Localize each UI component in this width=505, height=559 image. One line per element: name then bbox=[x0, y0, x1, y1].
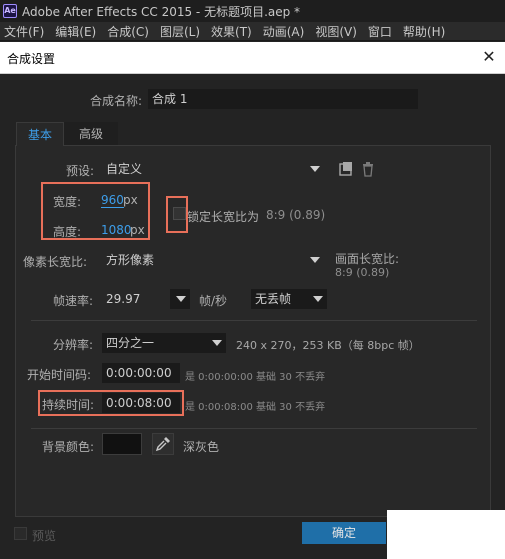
chevron-down-icon bbox=[176, 296, 186, 302]
menu-effect[interactable]: 效果(T) bbox=[211, 23, 252, 40]
background-color-label: 背景颜色: bbox=[42, 440, 95, 454]
start-timecode-label: 开始时间码: bbox=[27, 368, 92, 382]
ok-button[interactable]: 确定 bbox=[302, 522, 386, 544]
background-color-name: 深灰色 bbox=[183, 440, 220, 454]
menu-help[interactable]: 帮助(H) bbox=[403, 23, 445, 40]
eyedropper-icon bbox=[155, 437, 170, 452]
start-timecode-input[interactable]: 0:00:00:00 bbox=[102, 363, 180, 383]
frame-rate-label: 帧速率: bbox=[53, 294, 94, 308]
width-height-highlight bbox=[41, 182, 150, 240]
preset-dropdown[interactable]: 自定义 bbox=[102, 159, 324, 179]
composition-settings-dialog: 合成名称: 合成 1 基本 高级 预设: 自定义 宽度: 960 px 高度: … bbox=[0, 75, 505, 559]
dialog-edge bbox=[387, 510, 505, 559]
preset-label: 预设: bbox=[66, 164, 95, 178]
delete-preset-icon[interactable] bbox=[360, 161, 376, 177]
frame-drop-value: 无丢帧 bbox=[255, 292, 292, 306]
frame-aspect-value: 8:9 (0.89) bbox=[335, 266, 390, 279]
divider bbox=[31, 320, 477, 321]
eyedropper-button[interactable] bbox=[152, 433, 174, 455]
frame-rate-input[interactable]: 29.97 bbox=[102, 289, 162, 309]
chevron-down-icon bbox=[313, 296, 323, 302]
tab-basic[interactable]: 基本 bbox=[16, 122, 64, 146]
comp-name-input[interactable]: 合成 1 bbox=[148, 89, 418, 109]
lock-aspect-ratio: 8:9 (0.89) bbox=[266, 208, 326, 222]
menu-file[interactable]: 文件(F) bbox=[4, 23, 44, 40]
chevron-down-icon bbox=[310, 166, 320, 172]
frame-rate-dropdown[interactable] bbox=[170, 289, 190, 309]
dialog-title: 合成设置 bbox=[7, 52, 56, 66]
preview-checkbox[interactable] bbox=[14, 527, 27, 540]
preview-label: 预览 bbox=[32, 529, 57, 543]
lock-aspect-label: 锁定长宽比为 bbox=[187, 210, 260, 224]
after-effects-logo-icon: Ae bbox=[3, 4, 17, 18]
resolution-info: 240 x 270，253 KB（每 8bpc 帧） bbox=[236, 339, 420, 352]
close-icon[interactable]: ✕ bbox=[480, 48, 498, 66]
pixel-aspect-dropdown[interactable]: 方形像素 bbox=[102, 250, 324, 270]
menu-animation[interactable]: 动画(A) bbox=[263, 23, 305, 40]
resolution-label: 分辨率: bbox=[53, 338, 94, 352]
duration-highlight bbox=[38, 390, 184, 416]
app-title: Adobe After Effects CC 2015 - 无标题项目.aep … bbox=[22, 4, 301, 19]
comp-name-label: 合成名称: bbox=[90, 94, 143, 108]
frame-aspect-label: 画面长宽比: bbox=[335, 252, 400, 266]
background-color-swatch[interactable] bbox=[102, 433, 142, 455]
menu-bar: 文件(F) 编辑(E) 合成(C) 图层(L) 效果(T) 动画(A) 视图(V… bbox=[0, 22, 505, 41]
divider bbox=[31, 428, 477, 429]
resolution-value: 四分之一 bbox=[106, 336, 155, 350]
lock-aspect-highlight bbox=[166, 196, 188, 233]
pixel-aspect-value: 方形像素 bbox=[106, 253, 155, 267]
chevron-down-icon bbox=[212, 340, 222, 346]
preset-value: 自定义 bbox=[106, 162, 143, 176]
app-titlebar: Ae Adobe After Effects CC 2015 - 无标题项目.a… bbox=[0, 0, 505, 22]
menu-edit[interactable]: 编辑(E) bbox=[55, 23, 96, 40]
resolution-dropdown[interactable]: 四分之一 bbox=[102, 333, 226, 353]
frame-rate-unit: 帧/秒 bbox=[199, 294, 228, 308]
chevron-down-icon bbox=[310, 257, 320, 263]
pixel-aspect-label: 像素长宽比: bbox=[23, 255, 88, 269]
menu-composition[interactable]: 合成(C) bbox=[107, 23, 149, 40]
save-preset-icon[interactable] bbox=[338, 161, 354, 177]
start-timecode-info: 是 0:00:00:00 基础 30 不丢弃 bbox=[185, 372, 326, 383]
frame-drop-dropdown[interactable]: 无丢帧 bbox=[251, 289, 327, 309]
menu-window[interactable]: 窗口 bbox=[368, 23, 392, 40]
dialog-titlebar: 合成设置 ✕ bbox=[0, 42, 505, 74]
tab-advanced[interactable]: 高级 bbox=[64, 122, 118, 146]
menu-layer[interactable]: 图层(L) bbox=[160, 23, 200, 40]
menu-view[interactable]: 视图(V) bbox=[315, 23, 357, 40]
duration-info: 是 0:00:08:00 基础 30 不丢弃 bbox=[185, 402, 326, 413]
